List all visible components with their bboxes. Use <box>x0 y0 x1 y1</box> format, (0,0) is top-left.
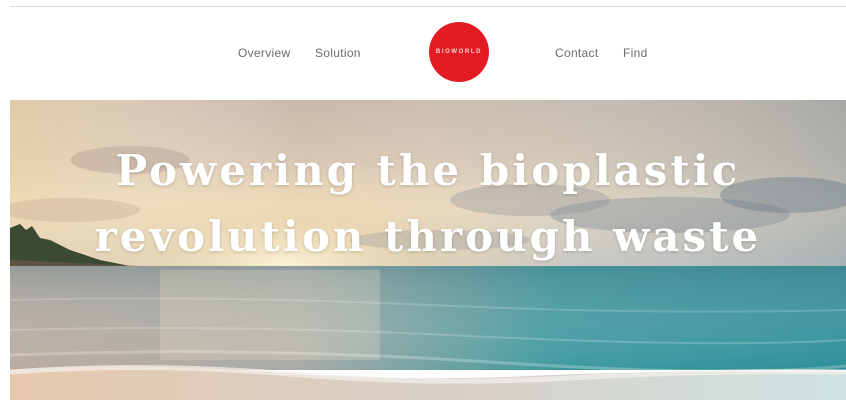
site-header: Overview Solution BIOWORLD Contact Find <box>10 7 846 100</box>
hero-title-line-2: revolution through waste <box>94 212 762 261</box>
left-gutter <box>0 0 10 400</box>
nav-link-overview[interactable]: Overview <box>238 46 290 60</box>
page: Overview Solution BIOWORLD Contact Find <box>0 0 846 400</box>
hero-title: Powering the bioplastic revolution throu… <box>10 138 846 270</box>
nav-link-find[interactable]: Find <box>623 46 648 60</box>
nav-link-contact[interactable]: Contact <box>555 46 598 60</box>
hero-section: Powering the bioplastic revolution throu… <box>10 100 846 400</box>
logo-text: BIOWORLD <box>435 49 483 55</box>
nav-link-solution[interactable]: Solution <box>315 46 361 60</box>
logo[interactable]: BIOWORLD <box>429 22 489 82</box>
hero-title-line-1: Powering the bioplastic <box>115 146 741 195</box>
